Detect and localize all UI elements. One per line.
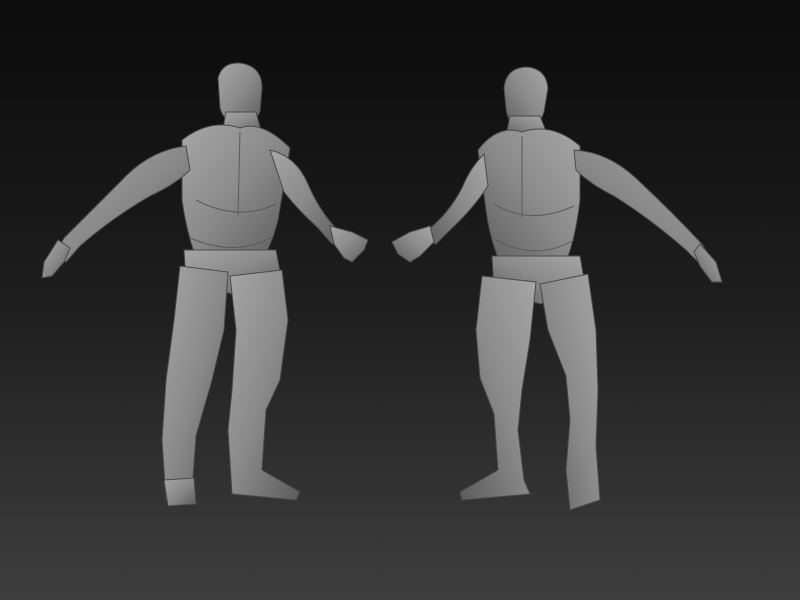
foot-left bbox=[163, 477, 197, 507]
torso bbox=[477, 128, 581, 263]
viewport-background bbox=[0, 0, 800, 600]
viewport-3d[interactable] bbox=[0, 0, 800, 600]
scene-canvas bbox=[0, 0, 800, 600]
